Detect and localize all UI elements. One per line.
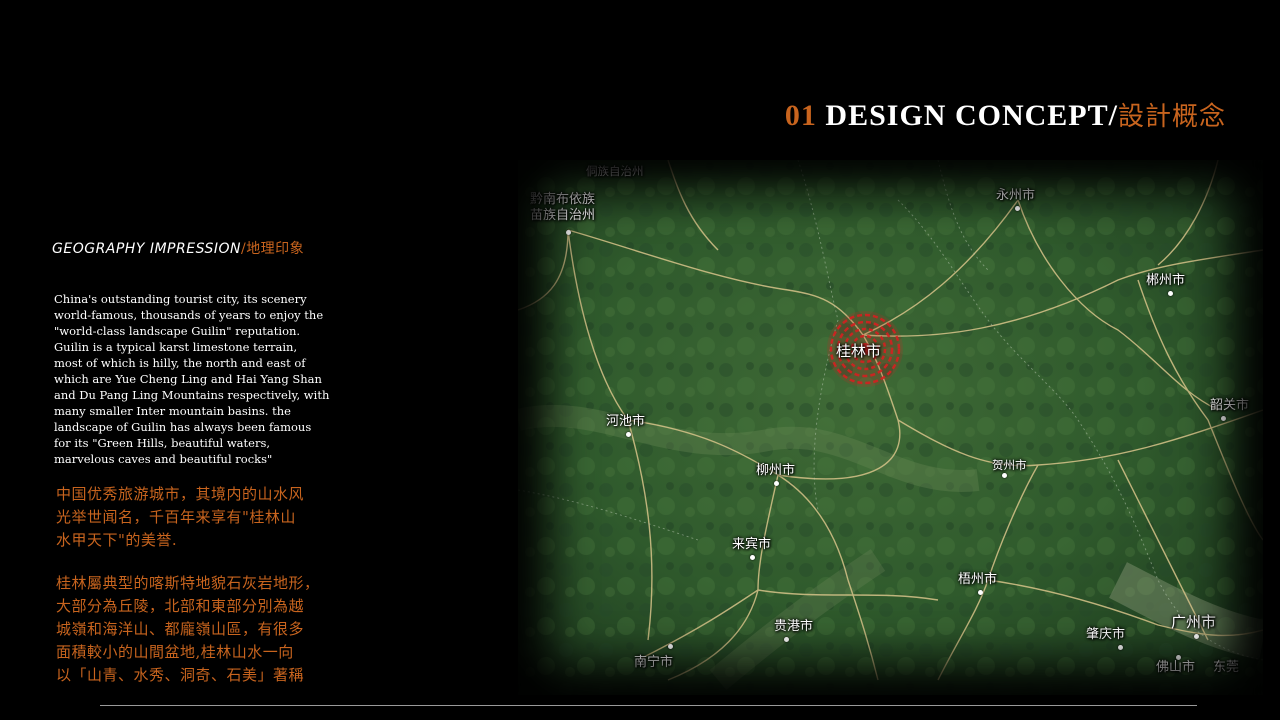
- map-label-wuzhou: 梧州市: [958, 572, 998, 587]
- map-city-dot: [978, 590, 983, 595]
- map-label-hezhou: 贺州市: [992, 458, 1027, 472]
- section-title-cn: 地理印象: [246, 241, 305, 257]
- chinese-paragraph-2: 桂林屬典型的喀斯特地貌石灰岩地形， 大部分為丘陵，北部和東部分別為越 城嶺和海洋…: [56, 574, 320, 684]
- map-label-shaoguan: 韶关市: [1210, 398, 1250, 413]
- map-label-chenzhou: 郴州市: [1146, 273, 1186, 288]
- map-label-liuzhou: 柳州市: [756, 463, 796, 478]
- map-city-dot: [1194, 634, 1199, 639]
- map-city-dot: [784, 637, 789, 642]
- map-city-dot: [566, 230, 571, 235]
- title-text: DESIGN CONCEPT: [825, 99, 1109, 132]
- map-city-dot: [626, 432, 631, 437]
- map-city-dot: [1002, 473, 1007, 478]
- map-label-nanning: 南宁市: [634, 655, 674, 670]
- map-city-dot: [1168, 291, 1173, 296]
- english-paragraph: China's outstanding tourist city, its sc…: [54, 292, 330, 466]
- title-separator: /: [1108, 99, 1118, 132]
- satellite-map: 侗族自治州 黔南布依族 苗族自治州 永州市 郴州市 桂林市 河池市 韶关市 柳州…: [518, 160, 1263, 695]
- map-label-guangzhou: 广州市: [1171, 613, 1217, 631]
- map-label-zhaoqing: 肇庆市: [1086, 627, 1126, 642]
- map-label-hechi: 河池市: [606, 414, 646, 429]
- title-number: 01: [784, 99, 817, 132]
- chinese-paragraph-1: 中国优秀旅游城市，其境内的山水风 光举世闻名，千百年来享有"桂林山 水甲天下"的…: [56, 485, 305, 549]
- map-city-dot: [1015, 206, 1020, 211]
- map-label-laibin: 来宾市: [732, 537, 772, 552]
- page-title: 01 DESIGN CONCEPT/設計概念: [785, 96, 1226, 133]
- map-city-dot: [774, 481, 779, 486]
- map-label-guilin: 桂林市: [836, 342, 882, 360]
- map-city-dot: [750, 555, 755, 560]
- map-city-dot: [1221, 416, 1226, 421]
- title-text-cn: 設計概念: [1117, 102, 1226, 132]
- map-city-dot: [668, 644, 673, 649]
- map-label-guigang: 贵港市: [774, 619, 814, 634]
- map-label-qiannan: 黔南布依族 苗族自治州: [530, 192, 596, 223]
- map-city-dot: [1176, 655, 1181, 660]
- map-city-dot: [1118, 645, 1123, 650]
- section-title: GEOGRAPHY IMPRESSION/地理印象: [52, 238, 304, 258]
- map-label-dongguan: 东莞: [1213, 660, 1240, 675]
- map-label-yongzhou: 永州市: [996, 188, 1036, 203]
- map-label-qiannan-top: 侗族自治州: [586, 164, 644, 178]
- map-label-foshan: 佛山市: [1156, 660, 1196, 675]
- footer-divider: [100, 705, 1197, 706]
- section-title-text: GEOGRAPHY IMPRESSION: [52, 241, 241, 257]
